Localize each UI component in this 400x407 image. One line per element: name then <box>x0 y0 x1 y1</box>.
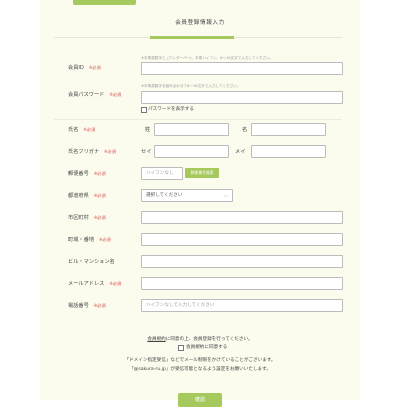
member-id-input[interactable] <box>141 62 343 75</box>
required-badge: ※必須 <box>83 127 96 132</box>
email-label-text: メールアドレス <box>68 281 105 287</box>
city-label: 市区町村 ※必須 <box>68 214 106 221</box>
terms-link[interactable]: 会員規約 <box>147 337 165 342</box>
email-input[interactable] <box>141 277 343 290</box>
password-hint: ※半角英数字を組み合わせて8〜16文字で入力してください。 <box>141 84 241 88</box>
password-input[interactable] <box>141 91 343 104</box>
first-name-label: 名 <box>242 127 248 133</box>
page-title: 会員登録情報入力 <box>175 20 225 26</box>
show-password-checkbox[interactable] <box>141 107 147 113</box>
member-id-label: 会員ID ※必須 <box>68 64 101 71</box>
name-label: 氏名 ※必須 <box>68 126 95 133</box>
phone-label-text: 電話番号 <box>68 303 89 309</box>
email-label: メールアドレス ※必須 <box>68 280 121 287</box>
required-badge: ※必須 <box>93 193 106 198</box>
city-input[interactable] <box>141 211 343 224</box>
prefecture-label-text: 都道府県 <box>68 193 89 199</box>
phone-label: 電話番号 ※必須 <box>68 302 106 309</box>
name-kana-label: 氏名フリガナ ※必須 <box>68 148 116 155</box>
confirm-button[interactable]: 確認 <box>178 393 222 407</box>
building-label: ビル・マンション名 <box>68 259 115 265</box>
last-name-input[interactable] <box>154 123 229 136</box>
mail-notice-line1: 「ドメイン指定受信」などでメール制限をかけていることがございます。 <box>124 358 276 363</box>
name-kana-label-text: 氏名フリガナ <box>68 149 100 155</box>
required-badge: ※必須 <box>98 237 111 242</box>
prefecture-select[interactable]: 選択してください <box>141 189 233 202</box>
member-id-hint: ※半角英数字と_(アンダーバー)、半角ハイフン、6〜16文字で入力してください。 <box>141 56 274 60</box>
postal-label-text: 郵便番号 <box>68 171 89 177</box>
top-tab-accent <box>73 0 136 5</box>
agree-terms-label[interactable]: 会員規約に同意する <box>186 344 227 350</box>
chevron-down-icon: ⌵ <box>224 193 228 199</box>
address-input[interactable] <box>141 233 343 246</box>
building-input[interactable] <box>141 255 343 268</box>
name-label-text: 氏名 <box>68 127 79 133</box>
required-badge: ※必須 <box>93 303 106 308</box>
address-label: 町域・番地 ※必須 <box>68 236 111 243</box>
address-label-text: 町域・番地 <box>68 237 94 243</box>
prefecture-label: 都道府県 ※必須 <box>68 192 106 199</box>
first-name-input[interactable] <box>251 123 326 136</box>
row-divider <box>54 119 342 120</box>
postal-input[interactable]: ハイフンなし <box>141 167 183 180</box>
first-name-kana-input[interactable] <box>251 145 326 158</box>
city-label-text: 市区町村 <box>68 215 89 221</box>
required-badge: ※必須 <box>109 92 122 97</box>
required-badge: ※必須 <box>88 65 101 70</box>
member-id-label-text: 会員ID <box>68 65 84 71</box>
first-name-kana-label: メイ <box>235 149 246 155</box>
required-badge: ※必須 <box>109 281 122 286</box>
postal-search-button[interactable]: 郵便番号検索 <box>185 168 219 178</box>
last-name-kana-label: セイ <box>141 149 152 155</box>
postal-label: 郵便番号 ※必須 <box>68 170 106 177</box>
mail-notice-line2: 「@sakura-ru.jp」が受信可能となるよう設定をお願いいたします。 <box>129 367 271 372</box>
phone-input[interactable]: ハイフンなしで入力してください <box>141 299 343 312</box>
title-underline-accent <box>150 36 234 39</box>
terms-notice-text: に同意の上、会員登録を行ってください。 <box>165 337 253 342</box>
last-name-label: 姓 <box>145 127 151 133</box>
show-password-label[interactable]: パスワードを表示する <box>148 106 194 112</box>
password-label-text: 会員パスワード <box>68 92 105 98</box>
required-badge: ※必須 <box>93 215 106 220</box>
terms-notice: 会員規約に同意の上、会員登録を行ってください。 <box>40 336 360 342</box>
required-badge: ※必須 <box>104 149 117 154</box>
required-badge: ※必須 <box>93 171 106 176</box>
last-name-kana-input[interactable] <box>154 145 229 158</box>
password-label: 会員パスワード ※必須 <box>68 91 121 98</box>
agree-terms-checkbox[interactable] <box>178 345 184 351</box>
